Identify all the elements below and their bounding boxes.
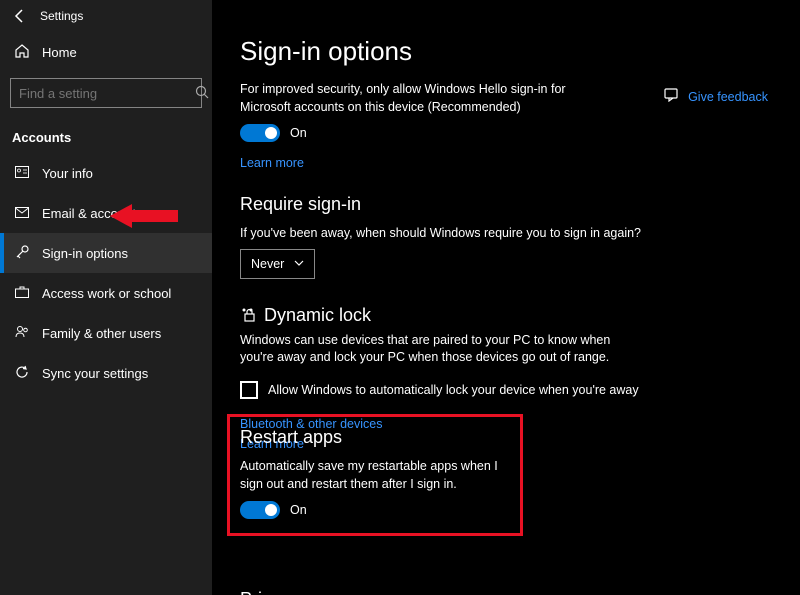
feedback-icon [664, 88, 678, 105]
dynlock-checkbox[interactable] [240, 381, 258, 399]
window-title: Settings [40, 9, 83, 23]
restart-toggle-row: On [240, 501, 510, 519]
sidebar-home-label: Home [42, 45, 77, 60]
restart-desc: Automatically save my restartable apps w… [240, 458, 510, 493]
sidebar-category: Accounts [0, 114, 212, 153]
hello-desc: For improved security, only allow Window… [240, 81, 600, 116]
sidebar-item-label: Access work or school [42, 286, 171, 301]
key-icon [14, 245, 30, 262]
sidebar-item-signin-options[interactable]: Sign-in options [0, 233, 212, 273]
briefcase-icon [14, 286, 30, 301]
dynlock-checkbox-label: Allow Windows to automatically lock your… [268, 383, 639, 397]
page-title: Sign-in options [240, 36, 772, 67]
sidebar-item-label: Your info [42, 166, 93, 181]
sidebar-item-your-info[interactable]: Your info [0, 153, 212, 193]
people-icon [14, 325, 30, 341]
dynlock-desc: Windows can use devices that are paired … [240, 332, 630, 367]
chevron-down-icon [294, 258, 304, 269]
sidebar-item-label: Sync your settings [42, 366, 148, 381]
mail-icon [14, 206, 30, 221]
hello-toggle[interactable] [240, 124, 280, 142]
sidebar-item-family-users[interactable]: Family & other users [0, 313, 212, 353]
require-dropdown[interactable]: Never [240, 249, 315, 279]
search-icon [195, 85, 209, 102]
dynamic-lock-icon [240, 306, 256, 325]
main-content: Sign-in options For improved security, o… [212, 0, 800, 595]
home-icon [14, 44, 30, 61]
sidebar: Settings Home Accounts Your info [0, 0, 212, 595]
sidebar-item-label: Family & other users [42, 326, 161, 341]
search-box[interactable] [10, 78, 202, 108]
require-desc: If you've been away, when should Windows… [240, 225, 660, 243]
annotation-highlight-box: Restart apps Automatically save my resta… [227, 414, 523, 536]
sidebar-home[interactable]: Home [0, 32, 212, 72]
back-button[interactable] [8, 4, 32, 28]
require-value: Never [251, 257, 284, 271]
restart-toggle-state: On [290, 503, 307, 517]
dynlock-checkbox-row[interactable]: Allow Windows to automatically lock your… [240, 381, 772, 399]
sidebar-item-sync-settings[interactable]: Sync your settings [0, 353, 212, 393]
search-input[interactable] [19, 86, 195, 101]
restart-toggle[interactable] [240, 501, 280, 519]
require-title: Require sign-in [240, 194, 772, 215]
hello-learn-more-link[interactable]: Learn more [240, 156, 304, 170]
give-feedback-link[interactable]: Give feedback [688, 90, 768, 104]
sidebar-item-access-work-school[interactable]: Access work or school [0, 273, 212, 313]
privacy-title: Privacy [240, 589, 772, 595]
hello-toggle-row: On [240, 124, 772, 142]
sync-icon [14, 365, 30, 382]
dynlock-title: Dynamic lock [264, 305, 371, 326]
hello-toggle-state: On [290, 126, 307, 140]
sidebar-item-label: Email & accounts [42, 206, 142, 221]
sidebar-item-email-accounts[interactable]: Email & accounts [0, 193, 212, 233]
user-card-icon [14, 166, 30, 181]
sidebar-item-label: Sign-in options [42, 246, 128, 261]
restart-title: Restart apps [240, 427, 510, 448]
